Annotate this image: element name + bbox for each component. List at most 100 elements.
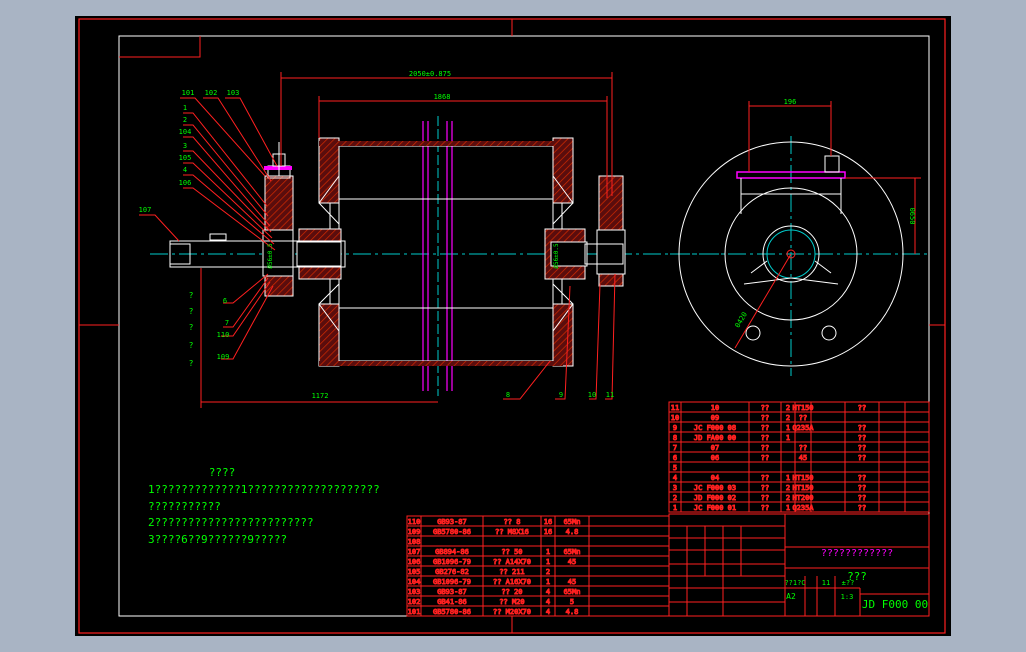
parts-left-cell: 1 bbox=[546, 558, 550, 566]
parts-right-cell: ?? bbox=[858, 474, 866, 482]
leader-label: ? bbox=[189, 291, 194, 300]
parts-right-cell: 1 bbox=[786, 424, 790, 432]
parts-right-cell: Q235A bbox=[792, 504, 814, 512]
parts-right-cell: ?? bbox=[799, 414, 807, 422]
parts-right-cell: 8 bbox=[673, 434, 677, 442]
parts-left-cell: 1 bbox=[546, 578, 550, 586]
parts-left-cell: 5 bbox=[570, 598, 574, 606]
cad-drawing-canvas[interactable]: 11 10?? 2 HT150?? 10 09?? 2?? 9 JC F000 08?? 1 Q23… bbox=[75, 16, 951, 636]
notes-line-3: 2???????????????????????? bbox=[148, 516, 314, 529]
leader-label: 101 bbox=[182, 89, 195, 97]
parts-left-cell: 4 bbox=[546, 598, 550, 606]
leader-label: 102 bbox=[205, 89, 218, 97]
parts-right-cell: ?? bbox=[761, 474, 769, 482]
material-label: ??1?C bbox=[784, 579, 805, 587]
parts-right-cell: HT150 bbox=[792, 484, 813, 492]
leader-label: ? bbox=[189, 359, 194, 368]
dim-dia-label: 0420 bbox=[734, 311, 749, 330]
parts-right-cell: HT200 bbox=[792, 494, 813, 502]
parts-left-cell: 65Mn bbox=[564, 588, 581, 596]
parts-right-cell: JC F000 03 bbox=[694, 484, 736, 492]
parts-right-cell: 6 bbox=[673, 454, 677, 462]
parts-left-cell: 110 bbox=[408, 518, 421, 526]
parts-right-cell: ?? bbox=[799, 444, 807, 452]
parts-left-cell: 103 bbox=[408, 588, 421, 596]
parts-right-cell: 1 bbox=[786, 434, 790, 442]
parts-left-cell: 104 bbox=[408, 578, 421, 586]
leader-label: 2 bbox=[183, 116, 187, 124]
dim-side-height: 0650 bbox=[908, 208, 916, 225]
parts-left-cell: GB5780-86 bbox=[433, 528, 471, 536]
parts-right-cell: ?? bbox=[761, 434, 769, 442]
parts-right-cell: 2 bbox=[786, 484, 790, 492]
parts-left-cell: GB1096-79 bbox=[433, 578, 471, 586]
parts-right-cell: JC F000 08 bbox=[694, 424, 736, 432]
parts-left-cell: ?? 20 bbox=[501, 588, 522, 596]
leader-label: 6 bbox=[223, 297, 227, 305]
parts-table-left: 110 GB93-87 ?? 8 16 65Mn 109 GB5780-86 ?? M8X16… bbox=[406, 515, 670, 617]
parts-right-cell: ?? bbox=[761, 454, 769, 462]
parts-right-cell: 1 bbox=[673, 504, 677, 512]
leader-label: ? bbox=[189, 323, 194, 332]
parts-table-right: 11 10?? 2 HT150 ??10 09?? 2 ??9 JC F000 08?? 1 Q23… bbox=[668, 401, 930, 513]
parts-left-cell: 109 bbox=[408, 528, 421, 536]
parts-left-cell: 106 bbox=[408, 558, 421, 566]
parts-right-cell: 07 bbox=[711, 444, 719, 452]
parts-left-cell: 4.8 bbox=[566, 528, 579, 536]
drawing-sheet: 11 10?? 2 HT150 ??10 09?? 2 ??9 JC F000 08?? 1 Q23… bbox=[78, 18, 946, 634]
leader-label: 104 bbox=[179, 128, 192, 136]
parts-right-cell: 04 bbox=[711, 474, 719, 482]
dim-bearing-dia: Ø56±0.5 bbox=[267, 243, 274, 269]
parts-left-cell: 1 bbox=[546, 548, 550, 556]
mass-label: ±?? bbox=[842, 579, 855, 587]
parts-right-cell: ?? bbox=[858, 484, 866, 492]
parts-right-cell: 2 bbox=[673, 494, 677, 502]
parts-left-cell: ?? M20X70 bbox=[493, 608, 531, 616]
parts-left-cell: ?? 211 bbox=[499, 568, 524, 576]
parts-left-cell: GB276-82 bbox=[435, 568, 469, 576]
notes-line-2: ??????????? bbox=[148, 500, 221, 513]
parts-left-cell: ?? A16X70 bbox=[493, 578, 531, 586]
parts-left-cell: 108 bbox=[408, 538, 421, 546]
notes-heading: ???? bbox=[209, 466, 236, 479]
parts-right-cell: ?? bbox=[858, 504, 866, 512]
parts-right-cell: ?? bbox=[761, 494, 769, 502]
parts-left-cell: 16 bbox=[544, 518, 552, 526]
parts-left-cell: 4 bbox=[546, 588, 550, 596]
parts-left-cell: 45 bbox=[568, 558, 576, 566]
dim-overall-width: 2050±0.875 bbox=[409, 70, 451, 78]
leader-label: 110 bbox=[217, 331, 230, 339]
parts-right-cell: Q235A bbox=[792, 424, 814, 432]
quantity-label: 11 bbox=[822, 579, 830, 587]
scale: 1:3 bbox=[841, 593, 854, 601]
parts-left-cell: GB41-86 bbox=[437, 598, 467, 606]
parts-right-cell: ?? bbox=[761, 484, 769, 492]
leader-labels: 101 102 103 1 2 104 3 105 4 106 107 6 7 110 109 8 9 10 11?… bbox=[139, 89, 615, 399]
drawing-number: JD F000 00 bbox=[862, 598, 928, 611]
parts-left-cell: 105 bbox=[408, 568, 421, 576]
dim-drum-width: 1868 bbox=[434, 93, 451, 101]
parts-right-cell: 3 bbox=[673, 484, 677, 492]
leader-label: 103 bbox=[227, 89, 240, 97]
parts-left-cell: GB93-87 bbox=[437, 588, 467, 596]
parts-right-cell: JD F000 02 bbox=[694, 494, 736, 502]
technical-notes: ???? 1?????????????1????????????????????… bbox=[148, 466, 380, 546]
leader-label: 10 bbox=[588, 391, 596, 399]
parts-right-cell: 2 bbox=[786, 494, 790, 502]
parts-right-cell: 11 bbox=[671, 404, 679, 412]
dim-side-width: 196 bbox=[784, 98, 797, 106]
leader-label: 106 bbox=[179, 179, 192, 187]
parts-right-cell: ?? bbox=[858, 444, 866, 452]
parts-right-cell: ?? bbox=[761, 444, 769, 452]
dim-bearing-dia-right: Ø56±0.5 bbox=[553, 243, 560, 269]
leader-label: 1 bbox=[183, 104, 187, 112]
parts-right-cell: 2 bbox=[786, 404, 790, 412]
parts-right-cell: HT150 bbox=[792, 474, 813, 482]
parts-right-cell: JD FA00 00 bbox=[694, 434, 736, 442]
parts-right-cell: 2 bbox=[786, 414, 790, 422]
leader-label: 3 bbox=[183, 142, 187, 150]
parts-right-cell: 06 bbox=[711, 454, 719, 462]
parts-left-cell: ?? M20 bbox=[499, 598, 524, 606]
leader-label: 9 bbox=[559, 391, 563, 399]
parts-right-cell: ?? bbox=[858, 424, 866, 432]
